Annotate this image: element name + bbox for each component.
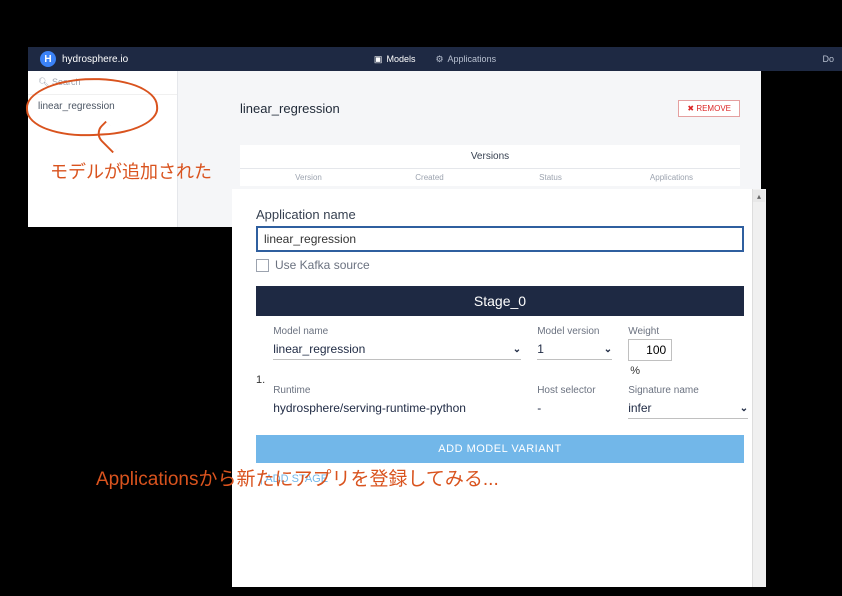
signature-name-select[interactable]: infer ⌄ bbox=[628, 398, 748, 419]
content-header: linear_regression ✖ REMOVE bbox=[240, 100, 740, 117]
annotation-register-app: Applicationsから新たにアプリを登録してみる... bbox=[96, 464, 499, 491]
app-name-label: Application name bbox=[256, 207, 728, 222]
nav-right-item[interactable]: Do bbox=[822, 54, 834, 64]
boxes-icon: ▣ bbox=[374, 54, 383, 65]
header-created: Created bbox=[369, 173, 490, 182]
weight-input-wrap: 100 % bbox=[628, 339, 688, 379]
signature-name-value: infer bbox=[628, 401, 651, 415]
model-name-label: Model name bbox=[273, 326, 521, 337]
host-selector-label: Host selector bbox=[537, 385, 612, 396]
annotation-model-added: モデルが追加された bbox=[50, 158, 212, 184]
header-status: Status bbox=[490, 173, 611, 182]
kafka-checkbox-row[interactable]: Use Kafka source bbox=[256, 258, 728, 272]
sidebar: 🔍︎ Search linear_regression bbox=[28, 71, 178, 227]
model-version-value: 1 bbox=[537, 342, 544, 356]
brand-text: hydrosphere.io bbox=[62, 54, 128, 65]
brand-logo[interactable]: H hydrosphere.io bbox=[40, 51, 128, 67]
model-version-label: Model version bbox=[537, 326, 612, 337]
header-version: Version bbox=[248, 173, 369, 182]
kafka-label: Use Kafka source bbox=[275, 258, 370, 272]
brand-logo-icon: H bbox=[40, 51, 56, 67]
nav-applications[interactable]: ⚙ Applications bbox=[435, 54, 496, 65]
nav-models-label: Models bbox=[386, 54, 415, 64]
row-number: 1. bbox=[256, 326, 265, 386]
search-input[interactable]: 🔍︎ Search bbox=[28, 71, 177, 95]
versions-headers: Version Created Status Applications bbox=[240, 169, 740, 186]
versions-title: Versions bbox=[240, 145, 740, 169]
sidebar-item-linear-regression[interactable]: linear_regression bbox=[28, 95, 177, 118]
versions-panel: Versions Version Created Status Applicat… bbox=[240, 145, 740, 186]
signature-name-label: Signature name bbox=[628, 385, 748, 396]
stage-0-header: Stage_0 bbox=[256, 286, 744, 316]
nav-center: ▣ Models ⚙ Applications bbox=[374, 54, 496, 65]
host-selector-value: - bbox=[537, 398, 612, 418]
scroll-up-button[interactable]: ▴ bbox=[753, 190, 765, 202]
weight-label: Weight bbox=[628, 326, 688, 337]
model-name-select[interactable]: linear_regression ⌄ bbox=[273, 339, 521, 360]
gear-icon: ⚙ bbox=[435, 54, 443, 65]
page-title: linear_regression bbox=[240, 101, 340, 116]
add-model-variant-button[interactable]: ADD MODEL VARIANT bbox=[256, 435, 744, 463]
chevron-down-icon: ⌄ bbox=[513, 344, 521, 355]
search-icon: 🔍︎ bbox=[38, 77, 49, 87]
kafka-checkbox[interactable] bbox=[256, 259, 269, 272]
header-applications: Applications bbox=[611, 173, 732, 182]
search-placeholder: Search bbox=[52, 77, 81, 87]
runtime-label: Runtime bbox=[273, 385, 521, 396]
chevron-down-icon: ⌄ bbox=[740, 403, 748, 414]
chevron-down-icon: ⌄ bbox=[604, 344, 612, 355]
weight-input[interactable]: 100 bbox=[628, 339, 672, 361]
runtime-value: hydrosphere/serving-runtime-python bbox=[273, 398, 521, 418]
nav-models[interactable]: ▣ Models bbox=[374, 54, 416, 65]
remove-button[interactable]: ✖ REMOVE bbox=[678, 100, 740, 117]
top-navbar: H hydrosphere.io ▣ Models ⚙ Applications… bbox=[28, 47, 842, 71]
weight-percent: % bbox=[630, 365, 640, 377]
app-name-input[interactable] bbox=[256, 226, 744, 252]
nav-apps-label: Applications bbox=[448, 54, 497, 64]
dialog-scrollbar[interactable] bbox=[752, 189, 766, 587]
model-version-select[interactable]: 1 ⌄ bbox=[537, 339, 612, 360]
model-name-value: linear_regression bbox=[273, 342, 365, 356]
application-dialog: ▴ Application name Use Kafka source Stag… bbox=[232, 189, 766, 587]
